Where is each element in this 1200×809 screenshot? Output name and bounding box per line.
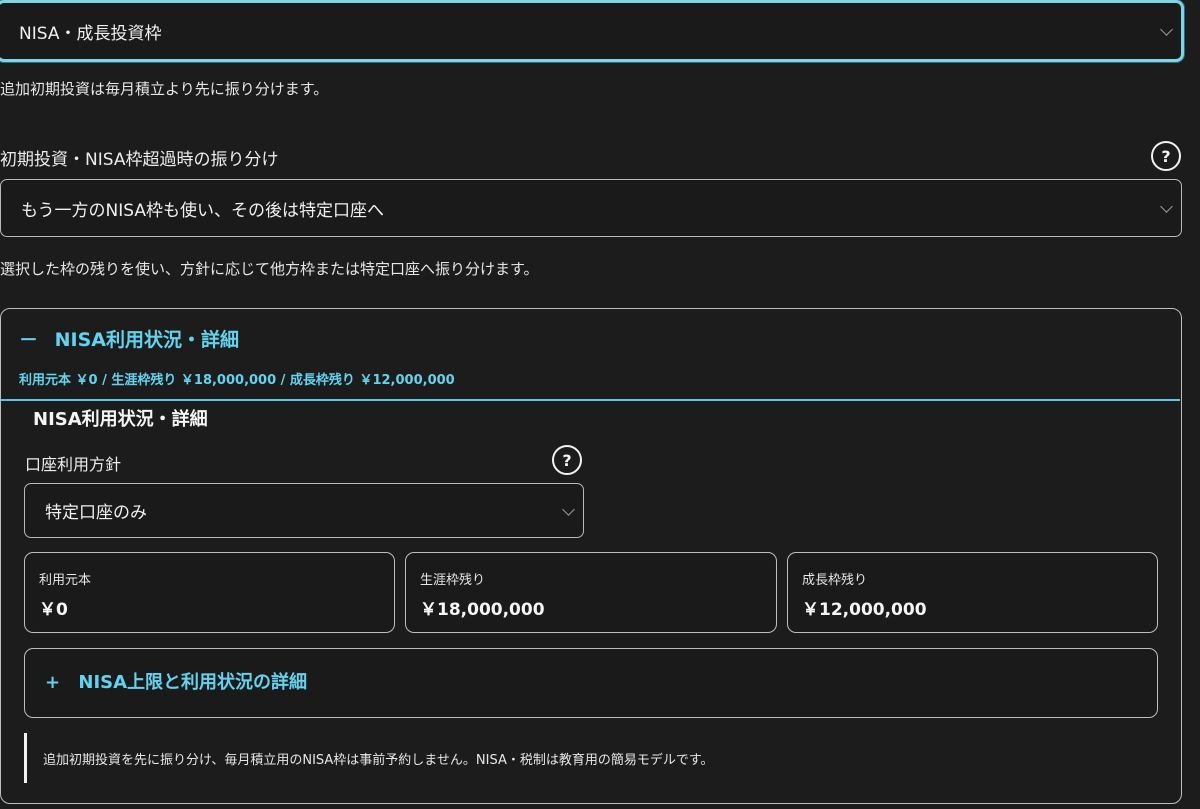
overflow-select-value: もう一方のNISA枠も使い、その後は特定口座へ (21, 200, 384, 221)
overflow-select[interactable]: もう一方のNISA枠も使い、その後は特定口座へ (0, 179, 1182, 237)
details-header: + NISA上限と利用状況の詳細 (45, 668, 307, 694)
overflow-label: 初期投資・NISA枠超過時の振り分け (0, 150, 279, 170)
allocation-note: 追加初期投資は毎月積立より先に振り分けます。 (0, 80, 329, 98)
card-growth-remaining: 成長枠残り ￥12,000,000 (787, 552, 1158, 633)
footnote: 追加初期投資を先に振り分け、毎月積立用のNISA枠は事前予約しません。NISA・… (43, 753, 714, 768)
nisa-panel-title: NISA利用状況・詳細 (54, 329, 240, 351)
card-label: 生涯枠残り (420, 573, 486, 588)
details-title: NISA上限と利用状況の詳細 (78, 672, 308, 693)
policy-select[interactable]: 特定口座のみ (24, 483, 584, 538)
collapse-icon: － (19, 329, 39, 351)
card-value: ￥0 (39, 600, 68, 620)
help-icon[interactable]: ? (1151, 141, 1181, 171)
card-used-principal: 利用元本 ￥0 (24, 552, 395, 633)
nisa-limits-details[interactable]: + NISA上限と利用状況の詳細 (24, 648, 1158, 718)
allocation-select[interactable]: NISA・成長投資枠 (0, 0, 1184, 62)
nisa-section-title: NISA利用状況・詳細 (33, 409, 208, 430)
card-value: ￥18,000,000 (420, 600, 545, 620)
panel-divider (1, 399, 1180, 401)
overflow-note: 選択した枠の残りを使い、方針に応じて他方枠または特定口座へ振り分けます。 (0, 260, 539, 278)
chevron-down-icon (562, 502, 575, 516)
nisa-usage-panel: － NISA利用状況・詳細 利用元本 ￥0 / 生涯枠残り ￥18,000,00… (0, 308, 1182, 804)
policy-label: 口座利用方針 (25, 455, 122, 474)
card-lifetime-remaining: 生涯枠残り ￥18,000,000 (405, 552, 777, 633)
card-value: ￥12,000,000 (802, 600, 927, 620)
help-icon[interactable]: ? (552, 445, 582, 475)
card-label: 利用元本 (39, 573, 92, 588)
chevron-down-icon (1160, 200, 1173, 213)
card-label: 成長枠残り (802, 573, 868, 588)
nisa-summary: 利用元本 ￥0 / 生涯枠残り ￥18,000,000 / 成長枠残り ￥12,… (19, 373, 455, 388)
nisa-panel-header[interactable]: － NISA利用状況・詳細 (19, 325, 239, 352)
allocation-select-value: NISA・成長投資枠 (19, 23, 162, 44)
expand-icon: + (45, 672, 61, 693)
chevron-down-icon (1160, 23, 1173, 36)
policy-select-value: 特定口座のみ (45, 503, 147, 523)
footnote-bar (24, 733, 27, 783)
